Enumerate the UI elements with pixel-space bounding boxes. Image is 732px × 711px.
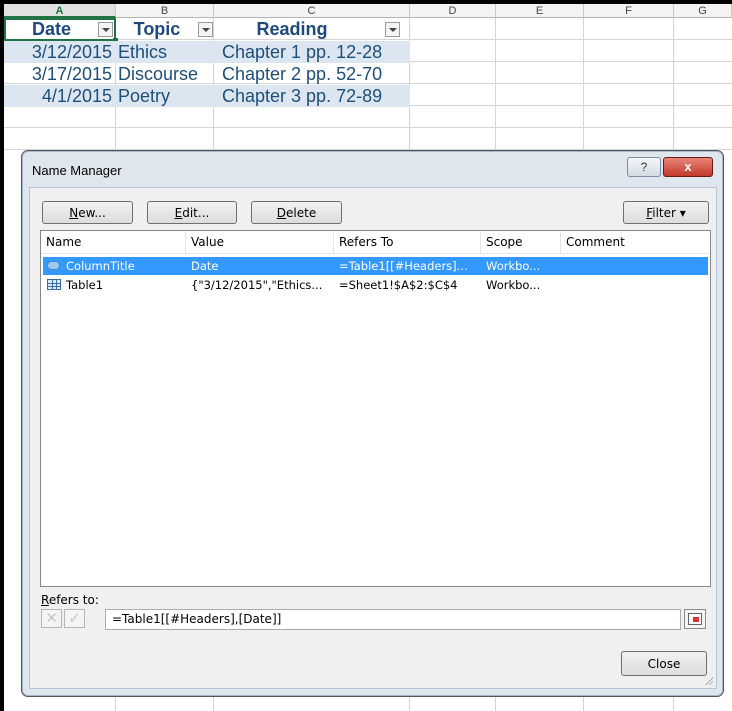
new-button-hotkey: N [69,206,79,220]
resize-grip-icon[interactable] [703,675,713,685]
filter-dropdown-topic[interactable] [198,22,213,37]
header-cell-reading[interactable]: Reading [214,18,370,40]
edit-button[interactable]: Edit... [147,201,237,224]
list-item-value: {"3/12/2015","Ethics... [191,278,323,292]
help-button[interactable]: ? [627,157,661,177]
new-button-label: ew... [78,206,106,220]
column-header-comment[interactable]: Comment [561,231,710,253]
table-icon [47,279,61,290]
delete-button[interactable]: Delete [251,201,342,224]
dialog-body: New... Edit... Delete Filter ▾ Name Valu… [29,187,717,689]
cell-b2[interactable]: Ethics [118,41,214,63]
cell-c4[interactable]: Chapter 3 pp. 72-89 [222,85,410,107]
filter-button[interactable]: Filter ▾ [623,201,709,224]
active-cell-selection [4,18,118,43]
column-header-b[interactable]: B [116,4,214,18]
cell-b3[interactable]: Discourse [118,63,214,85]
new-button[interactable]: New... [42,201,133,224]
cell-a2[interactable]: 3/12/2015 [4,41,115,63]
delete-button-hotkey: D [276,206,287,220]
column-header-d[interactable]: D [410,4,496,18]
column-header-f[interactable]: F [584,4,674,18]
grid-row [4,106,732,128]
column-header-e[interactable]: E [496,4,584,18]
names-list-header: Name Value Refers To Scope Comment [41,231,710,254]
confirm-edit-icon[interactable]: ✓ [64,609,85,628]
column-header-name[interactable]: Name [41,231,186,253]
header-cell-topic[interactable]: Topic [116,18,198,40]
column-header-value[interactable]: Value [186,231,334,253]
filter-dropdown-reading[interactable] [385,22,400,37]
list-item-table1[interactable]: Table1 {"3/12/2015","Ethics... =Sheet1!$… [43,276,708,294]
column-header-scope[interactable]: Scope [481,231,561,253]
list-item-refers-to: =Sheet1!$A$2:$C$4 [339,278,458,292]
grid-row [4,128,732,150]
filter-button-label: ilter ▾ [652,206,686,220]
dialog-title: Name Manager [32,163,122,178]
cell-c3[interactable]: Chapter 2 pp. 52-70 [222,63,410,85]
cell-c2[interactable]: Chapter 1 pp. 12-28 [222,41,410,63]
cancel-edit-icon[interactable]: ✕ [41,609,62,628]
name-manager-dialog: Name Manager ? x New... Edit... Delete F… [21,150,724,697]
delete-button-label: elete [286,206,317,220]
refers-to-label: Refers to: [41,593,99,607]
list-item-columntitle[interactable]: ColumnTitle Date =Table1[[#Headers]... W… [43,257,708,275]
list-item-refers-to: =Table1[[#Headers]... [339,259,468,273]
column-header-refers-to[interactable]: Refers To [334,231,481,253]
close-button[interactable]: Close [621,651,707,676]
cell-b4[interactable]: Poetry [118,85,214,107]
edit-button-label: dit... [182,206,210,220]
list-item-name: ColumnTitle [66,259,135,273]
list-item-name: Table1 [66,278,104,292]
refers-to-input[interactable]: =Table1[[#Headers],[Date]] [105,609,681,630]
list-item-value: Date [191,259,219,273]
dialog-close-icon[interactable]: x [663,157,713,177]
names-list[interactable]: Name Value Refers To Scope Comment Colum… [40,230,711,587]
list-item-scope: Workbo... [486,278,541,292]
named-range-icon [47,261,60,270]
column-header-g[interactable]: G [674,4,732,18]
refers-to-label-text: efers to: [48,593,99,607]
list-item-scope: Workbo... [486,259,541,273]
refers-to-hotkey: R [41,593,49,607]
column-header-a[interactable]: A [4,4,116,18]
cell-a4[interactable]: 4/1/2015 [4,85,115,107]
column-header-c[interactable]: C [214,4,410,18]
collapse-dialog-icon[interactable] [684,609,706,629]
cell-a3[interactable]: 3/17/2015 [4,63,115,85]
